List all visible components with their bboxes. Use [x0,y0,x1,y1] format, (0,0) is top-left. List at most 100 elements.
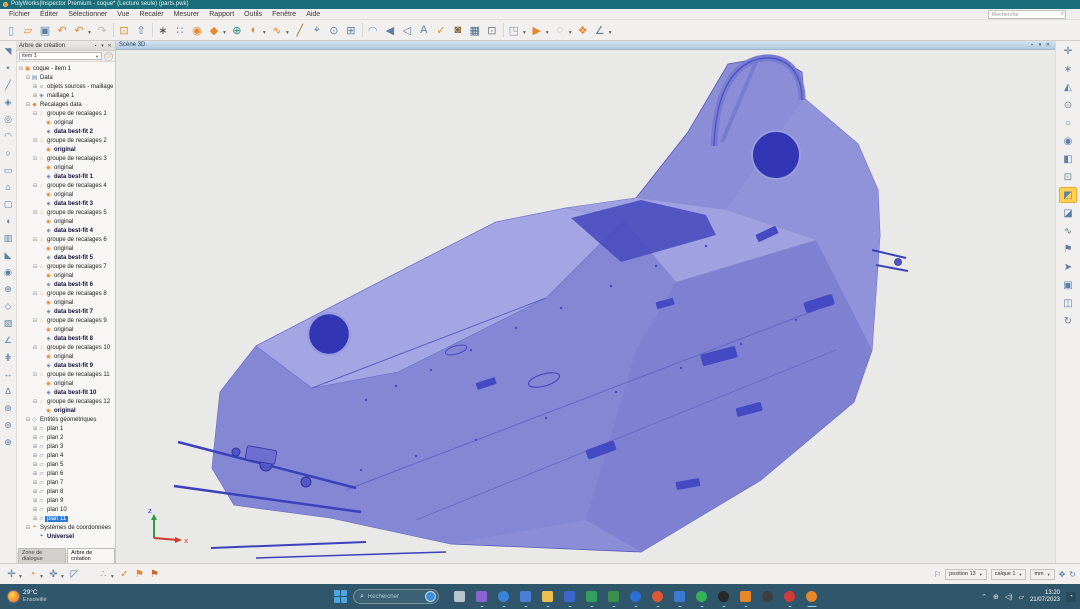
colormap-icon[interactable]: ◩ [1059,187,1077,203]
gears-icon[interactable]: ⊚ [1,418,15,432]
probe-tool-icon[interactable]: ✛ [4,567,19,582]
tree-item[interactable]: ◉original [18,145,115,154]
position-select[interactable]: position 13▼ [945,569,987,580]
tree-item[interactable]: ◉original [18,325,115,334]
play-doc-icon[interactable]: ◳ [506,22,522,38]
gear-probe-icon[interactable]: ⊛ [1,401,15,415]
tree-item[interactable]: ⊞▱plan 7 [18,478,115,487]
open-project-icon[interactable]: ▱ [20,22,36,38]
clock-widget[interactable]: 13:20 21/07/2023 [1030,590,1060,604]
facet-icon[interactable]: ◇ [1,299,15,313]
dropdown-arrow-icon[interactable]: ▼ [522,30,527,36]
menu-aide[interactable]: Aide [301,9,325,20]
cylinder-icon[interactable]: ▥ [1,231,15,245]
pin-icon[interactable]: ▪ [1028,42,1036,48]
tree-item[interactable]: ⊞◈maillage 1 [18,91,115,100]
gauge-icon[interactable]: ⋕ [1,350,15,364]
deviation-icon[interactable]: ∿ [1059,223,1077,239]
best-fit-icon[interactable]: ◉ [189,22,205,38]
menu-editer[interactable]: Éditer [35,9,63,20]
tree-item[interactable]: ◈data best-fit 4 [18,226,115,235]
tree-item[interactable]: ⊟∴groupe de recalages 2 [18,136,115,145]
curve-tools-icon[interactable]: ∿ [269,22,285,38]
red-circle-app-icon[interactable] [783,590,796,603]
menu-fichier[interactable]: Fichier [4,9,35,20]
tree-item[interactable]: ⊞▱plan 2 [18,433,115,442]
menu-outils[interactable]: Outils [239,9,267,20]
move-tool-icon[interactable]: ✥ [1059,570,1066,579]
tree-item[interactable]: ◉original [18,217,115,226]
zoom-review-icon[interactable]: ⊙ [326,22,342,38]
menu-vue[interactable]: Vue [112,9,134,20]
circle-icon[interactable]: ◎ [1,112,15,126]
chevron-up-icon[interactable]: ⌃ [981,593,987,601]
camera-view-icon[interactable]: ⊡ [1059,169,1077,185]
close-icon[interactable]: ✕ [106,43,113,49]
orange-tile-app-icon[interactable] [739,590,752,603]
pin-icon[interactable]: ▪ [92,43,99,49]
network-icon[interactable]: ⊕ [993,593,999,601]
unit-select[interactable]: mm▼ [1030,569,1054,580]
redo-icon[interactable]: ↷ [94,22,110,38]
tree-item[interactable]: ⊟∴groupe de recalages 10 [18,343,115,352]
filter-options-button[interactable]: ⊙ [104,52,113,61]
notification-bell-icon[interactable]: ◔ [1066,592,1076,602]
save-icon[interactable]: ▣ [37,22,53,38]
report-grid-icon[interactable]: ▦ [467,22,483,38]
edge-browser-icon[interactable] [497,590,510,603]
mesh-plane-icon[interactable]: ◈ [1,95,15,109]
tree-item[interactable]: ◈data best-fit 5 [18,253,115,262]
black-app-icon[interactable] [717,590,730,603]
tree-item[interactable]: ⊟∴groupe de recalages 11 [18,370,115,379]
item-filter-combo[interactable]: item 1 ▼ [19,52,102,60]
tree-item[interactable]: ◉original [18,271,115,280]
visibility-eye-icon[interactable]: ◉ [1059,133,1077,149]
tree-item[interactable]: ⊟∴groupe de recalages 3 [18,154,115,163]
start-button[interactable] [334,590,347,603]
tree-item[interactable]: ◈data best-fit 6 [18,280,115,289]
tree-item[interactable]: ⊟∴groupe de recalages 5 [18,208,115,217]
file-explorer-icon[interactable] [541,590,554,603]
caliper-icon[interactable]: ↔ [1,367,15,381]
tree-item[interactable]: ◉original [18,379,115,388]
vector-icon[interactable]: ◥ [1,44,15,58]
new-document-icon[interactable]: ▯ [3,22,19,38]
viewport-3d[interactable]: Scène 3D ▪ ▾ ✕ [116,41,1055,563]
task-view-icon[interactable] [453,590,466,603]
probe-device2-icon[interactable]: ◁ [399,22,415,38]
refresh-icon[interactable]: ↻ [1069,570,1076,579]
search-input[interactable] [988,10,1066,19]
sphere-icon[interactable]: ◉ [1,265,15,279]
transform-icon[interactable]: ✛ [1059,43,1077,59]
tree-item[interactable]: ⊞▱plan 8 [18,487,115,496]
polygon-icon[interactable]: ⌂ [1,180,15,194]
weather-widget[interactable]: 29°C Ensoleillé [0,584,55,609]
tree-item[interactable]: ◈data best-fit 10 [18,388,115,397]
cross-section-icon[interactable]: ◫ [1059,295,1077,311]
outlook-icon[interactable] [519,590,532,603]
hand-pointer-icon[interactable]: ➤ [1059,259,1077,275]
cone-icon[interactable]: ◣ [1,248,15,262]
teamviewer-icon[interactable] [629,590,642,603]
layer-select[interactable]: calque 1▼ [991,569,1027,580]
dropdown-arrow-icon[interactable]: ▼ [545,30,550,36]
record-icon[interactable]: ◌ [552,22,568,38]
scan-capture-icon[interactable]: ◐ [246,22,262,38]
chart-icon[interactable]: ∠ [592,22,608,38]
word-icon[interactable] [563,590,576,603]
probe-adjust-icon[interactable]: ✜ [46,567,61,582]
selection-tool-icon[interactable]: ⌖ [309,22,325,38]
rotate-gear-icon[interactable]: ↻ [1059,313,1077,329]
gear-sphere-icon[interactable]: ⊕ [1,435,15,449]
dropdown-arrow-icon[interactable]: ▼ [568,30,573,36]
taskbar-search[interactable]: ⌕ [353,589,439,604]
green-circle-app-icon[interactable] [695,590,708,603]
align-brush-icon[interactable]: ◭ [1059,79,1077,95]
macro-script-icon[interactable]: ❖ [575,22,591,38]
tab-arbre-de-cr-ation[interactable]: Arbre de création [67,548,115,563]
snapshot-icon[interactable]: ⊡ [484,22,500,38]
tree-item[interactable]: ◉original [18,118,115,127]
probe-device-icon[interactable]: ◀ [382,22,398,38]
onedrive-folder-icon[interactable]: ▱ [1019,593,1024,601]
grid-sphere-icon[interactable]: ⊕ [1,282,15,296]
